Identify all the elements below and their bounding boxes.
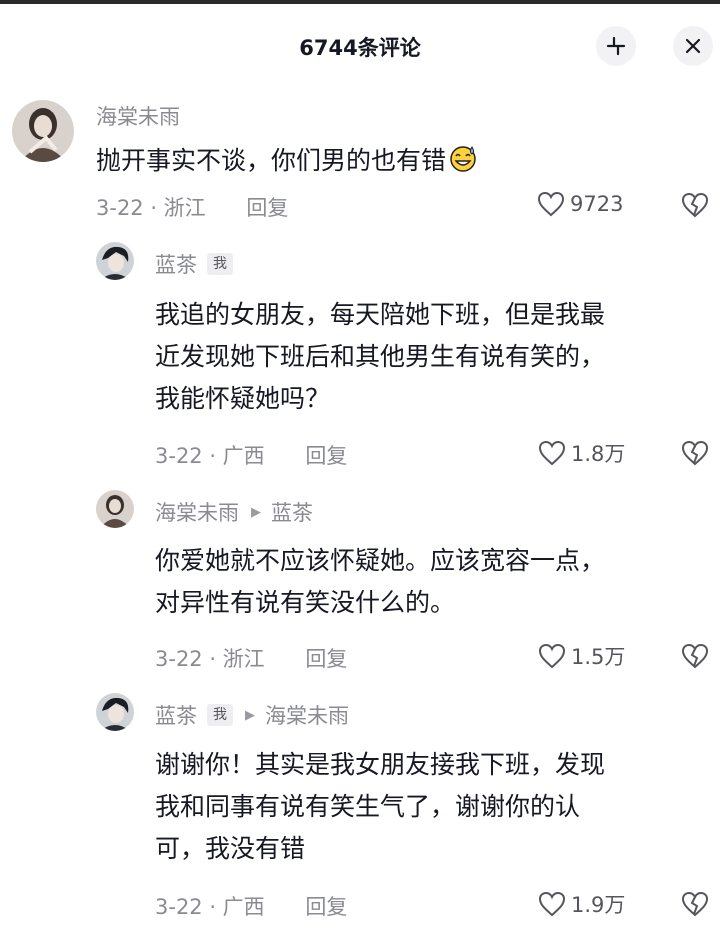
broken-heart-icon[interactable] [680,890,710,918]
like-button[interactable]: 1.5万 [537,641,625,671]
close-icon [685,38,701,54]
comments-header: 6744条评论 [0,4,720,88]
comment-text-line: 我能怀疑她吗？ [155,384,331,413]
like-button[interactable]: 1.8万 [537,438,625,468]
reply-button[interactable]: 回复 [305,647,347,671]
comment-text-line: 谢谢你！其实是我女朋友接我下班，发现 [155,750,606,779]
comment-text: 谢谢你！其实是我女朋友接我下班，发现 我和同事有说有笑生气了，谢谢你的认 可，我… [155,744,605,870]
heart-outline-icon [538,891,566,917]
comment-meta: 3-22 · 广西 回复 [155,440,347,470]
heart-outline-icon [537,191,565,217]
comment-author[interactable]: 海棠未雨 [96,101,180,131]
comment-author[interactable]: 蓝茶 我 ▶ 海棠未雨 [155,700,349,730]
triangle-right-icon: ▶ [245,707,255,723]
sweat-smile-emoji [450,146,476,172]
author-name[interactable]: 海棠未雨 [155,497,239,527]
reply-to-name[interactable]: 蓝茶 [271,497,313,527]
like-count: 1.8万 [571,442,626,466]
broken-heart-icon[interactable] [680,642,710,670]
author-name[interactable]: 蓝茶 [155,700,197,730]
comment-text: 我追的女朋友，每天陪她下班，但是我最 近发现她下班后和其他男生有说有笑的， 我能… [155,294,605,420]
close-button[interactable] [673,26,713,66]
comment-meta: 3-22 · 广西 回复 [155,891,347,921]
avatar[interactable] [96,693,134,731]
heart-outline-icon [538,440,566,466]
comment-date-location: 3-22 · 广西 [155,444,265,468]
comment-text: 你爱她就不应该怀疑她。应该宽容一点， 对异性有说有笑没什么的。 [155,540,605,624]
author-name[interactable]: 蓝茶 [155,249,197,279]
collapse-button[interactable] [596,26,636,66]
comment-author[interactable]: 蓝茶 我 [155,249,233,279]
comment-text-line: 你爱她就不应该怀疑她。应该宽容一点， [155,546,606,575]
comment-date-location: 3-22 · 浙江 [155,647,265,671]
author-name[interactable]: 海棠未雨 [96,101,180,131]
comment-text-line: 我和同事有说有笑生气了，谢谢你的认 [155,792,581,821]
like-count: 9723 [570,192,624,216]
comment-text: 抛开事实不谈，你们男的也有错 [96,140,478,182]
like-button[interactable]: 9723 [536,190,623,218]
reply-to-name[interactable]: 海棠未雨 [265,700,349,730]
me-badge: 我 [207,704,233,726]
avatar[interactable] [12,100,74,162]
triangle-right-icon: ▶ [251,504,261,520]
like-count: 1.5万 [571,645,626,669]
comment-meta: 3-22 · 浙江 回复 [96,192,288,222]
comment-meta: 3-22 · 浙江 回复 [155,643,347,673]
heart-outline-icon [538,643,566,669]
avatar[interactable] [96,242,134,280]
like-button[interactable]: 1.9万 [537,889,625,919]
broken-heart-icon[interactable] [680,439,710,467]
reply-button[interactable]: 回复 [246,196,288,220]
me-badge: 我 [207,253,233,275]
comment-text-line: 我追的女朋友，每天陪她下班，但是我最 [155,300,606,329]
comment-text-line: 对异性有说有笑没什么的。 [155,588,456,617]
comment-text-line: 可，我没有错 [155,834,306,863]
comment-author[interactable]: 海棠未雨 ▶ 蓝茶 [155,497,313,527]
comment-date-location: 3-22 · 广西 [155,895,265,919]
like-count: 1.9万 [571,893,626,917]
broken-heart-icon[interactable] [680,191,710,219]
collapse-icon [606,36,626,56]
comment-text-content: 抛开事实不谈，你们男的也有错 [96,146,447,175]
avatar[interactable] [96,490,134,528]
comment-date-location: 3-22 · 浙江 [96,196,206,220]
reply-button[interactable]: 回复 [305,444,347,468]
reply-button[interactable]: 回复 [305,895,347,919]
comment-text-line: 近发现她下班后和其他男生有说有笑的， [155,342,606,371]
